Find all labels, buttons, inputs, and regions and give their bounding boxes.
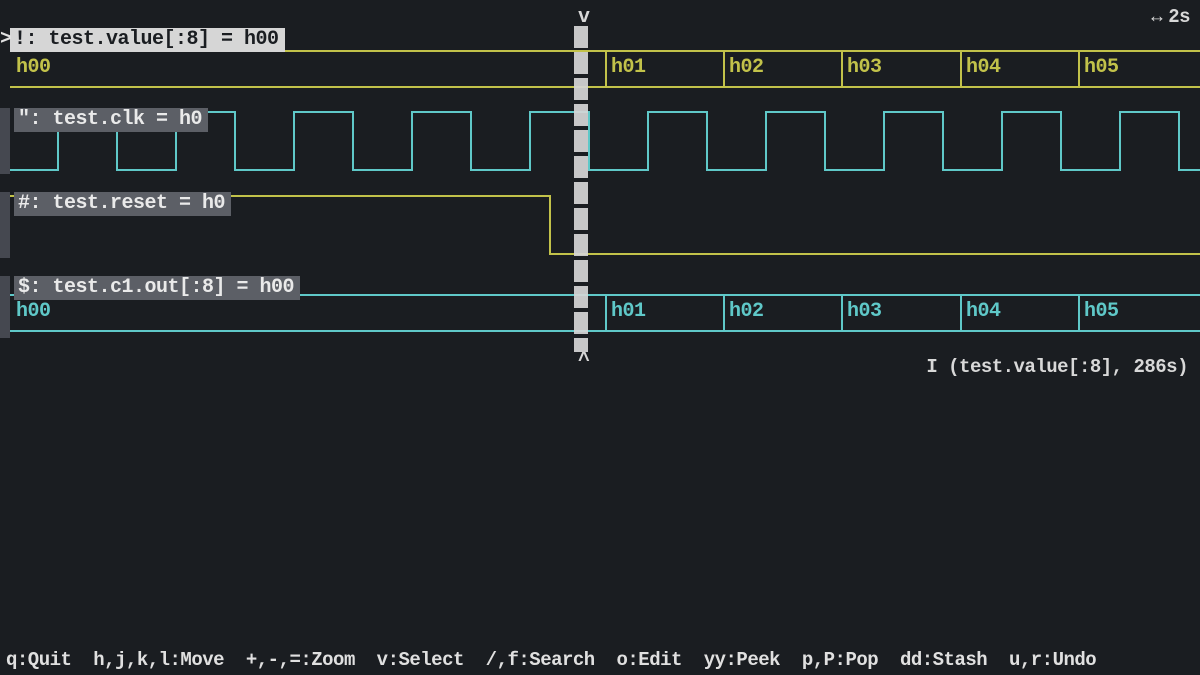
time-scale-readout: 2s	[1151, 6, 1190, 28]
bus-value: h01	[611, 300, 646, 323]
signal-row-c1out[interactable]: $: test.c1.out[:8] = h00 h00 h01 h02 h03 h04…	[0, 276, 1200, 338]
scale-arrow-icon	[1151, 6, 1168, 28]
row-gutter	[0, 192, 10, 258]
bus-value: h02	[729, 300, 764, 323]
status-line: I (test.value[:8], 286s)	[926, 356, 1188, 378]
bus-transition	[841, 50, 843, 88]
bus-transition	[960, 294, 962, 332]
row-gutter	[0, 276, 10, 338]
selection-caret-icon: >	[0, 28, 14, 52]
bus-value: h03	[847, 300, 882, 323]
signal-row-reset[interactable]: #: test.reset = h0	[0, 192, 1200, 258]
signal-label-value[interactable]: !: test.value[:8] = h00	[10, 28, 285, 52]
bus-value: h05	[1084, 300, 1119, 323]
bus-value: h03	[847, 56, 882, 79]
cursor-marker[interactable]	[574, 26, 588, 352]
bus-value: h01	[611, 56, 646, 79]
keybind-help-bar: q:Quit h,j,k,l:Move +,-,=:Zoom v:Select …	[0, 649, 1200, 671]
bus-transition	[1078, 50, 1080, 88]
signal-label-reset[interactable]: #: test.reset = h0	[14, 192, 231, 216]
signal-row-value[interactable]: > !: test.value[:8] = h00 h00h01h02h03h0…	[0, 28, 1200, 90]
bus-value: h04	[966, 300, 1001, 323]
bus-transition	[605, 50, 607, 88]
signal-row-clk[interactable]: ": test.clk = h0	[0, 108, 1200, 174]
bus-transition	[841, 294, 843, 332]
bus-transition	[960, 50, 962, 88]
scale-value: 2s	[1168, 6, 1190, 28]
bus-value: h04	[966, 56, 1001, 79]
bus-transition	[605, 294, 607, 332]
signal-label-clk[interactable]: ": test.clk = h0	[14, 108, 208, 132]
signal-label-c1out[interactable]: $: test.c1.out[:8] = h00	[14, 276, 300, 300]
bus-track-value[interactable]: h00 h01 h02 h03 h04 h05	[10, 50, 1200, 88]
bus-value: h00	[16, 56, 51, 79]
waveform-viewer[interactable]: 2s v ^ > !: test.value[:8] = h00 h00h01h…	[0, 0, 1200, 675]
cursor-caret-bottom: ^	[578, 350, 590, 373]
bus-value: h00	[16, 300, 51, 323]
bus-value: h02	[729, 56, 764, 79]
bus-transition	[1078, 294, 1080, 332]
bus-value: h05	[1084, 56, 1119, 79]
row-gutter	[0, 108, 10, 174]
bus-transition	[723, 50, 725, 88]
bus-transition	[723, 294, 725, 332]
